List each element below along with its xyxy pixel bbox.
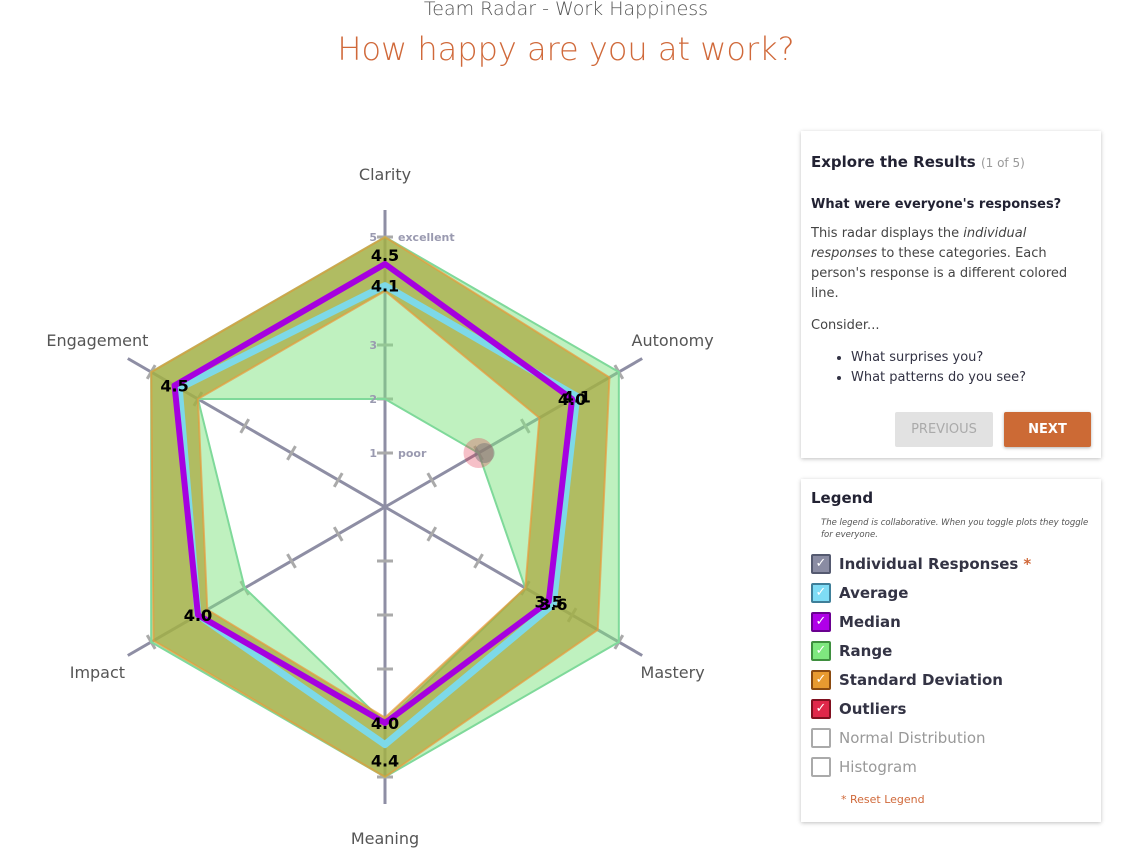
legend-label: Normal Distribution (839, 728, 986, 747)
category-label: Clarity (359, 165, 411, 184)
legend-label: Average (839, 583, 909, 602)
median-value-label: 4.5 (371, 246, 399, 265)
scale-tick-label: 3 (369, 339, 377, 352)
legend-label: Histogram (839, 757, 917, 776)
median-value-label: 4.0 (558, 390, 586, 409)
explore-question: What were everyone's responses? (811, 197, 1062, 212)
legend-label: Outliers (839, 699, 907, 718)
scale-tick-label: 1 (369, 447, 377, 460)
scale-tick-label: 5 (369, 231, 377, 244)
reset-legend-link[interactable]: * Reset Legend (841, 793, 1091, 806)
median-value-label: 4.5 (160, 377, 188, 396)
explore-panel: Explore the Results (1 of 5) What were e… (801, 131, 1101, 458)
checkbox[interactable]: ✓ (811, 698, 831, 719)
legend-item-histogram[interactable]: Histogram (811, 752, 1091, 781)
legend-item-range[interactable]: ✓ Range (811, 636, 1091, 665)
legend-item-standard-deviation[interactable]: ✓ Standard Deviation (811, 665, 1091, 694)
radar-chart: Clarity Autonomy Mastery Meaning Impact Engag… (46, 165, 714, 848)
previous-button[interactable]: PREVIOUS (895, 412, 993, 447)
list-item: What patterns do you see? (851, 368, 1091, 388)
category-label: Autonomy (632, 331, 714, 350)
checkbox[interactable]: ✓ (811, 669, 831, 690)
average-value-label: 4.4 (371, 752, 399, 771)
explore-title: Explore the Results (1 of 5) (811, 153, 1025, 171)
checkbox[interactable]: ✓ (811, 611, 831, 632)
legend-item-median[interactable]: ✓ Median (811, 607, 1091, 636)
category-label: Meaning (351, 829, 419, 848)
category-label: Impact (70, 663, 125, 682)
median-value-label: 4.0 (371, 714, 399, 733)
category-label: Engagement (46, 331, 148, 350)
star-marker: * (1023, 554, 1032, 573)
next-button[interactable]: NEXT (1004, 412, 1091, 447)
legend-label: Individual Responses (839, 554, 1019, 573)
legend-panel: Legend The legend is collaborative. When… (801, 479, 1101, 822)
median-value-label: 4.0 (184, 606, 212, 625)
legend-item-normal-distribution[interactable]: Normal Distribution (811, 723, 1091, 752)
checkbox[interactable] (811, 727, 831, 748)
outlier-marker (474, 443, 495, 463)
checkbox[interactable] (811, 756, 831, 777)
scale-label: poor (398, 447, 427, 460)
explore-description: This radar displays the individual respo… (811, 226, 1068, 301)
legend-item-average[interactable]: ✓ Average (811, 578, 1091, 607)
average-value-label: 4.1 (371, 277, 399, 296)
checkbox[interactable]: ✓ (811, 640, 831, 661)
legend-item-individual-responses[interactable]: ✓ Individual Responses * (811, 549, 1091, 578)
legend-label: Standard Deviation (839, 670, 1003, 689)
scale-tick-label: 2 (369, 393, 377, 406)
step-count: (1 of 5) (980, 156, 1025, 170)
median-value-label: 3.5 (535, 593, 563, 612)
legend-label: Median (839, 612, 901, 631)
consider-list: What surprises you? What patterns do you… (811, 348, 1091, 388)
legend-item-outliers[interactable]: ✓ Outliers (811, 694, 1091, 723)
legend-title: Legend (811, 489, 874, 507)
checkbox[interactable]: ✓ (811, 553, 831, 574)
consider-label: Consider... (811, 318, 880, 333)
legend-note: The legend is collaborative. When you to… (821, 518, 1089, 540)
legend-label: Range (839, 641, 893, 660)
list-item: What surprises you? (851, 348, 1091, 368)
category-label: Mastery (641, 663, 705, 682)
checkbox[interactable]: ✓ (811, 582, 831, 603)
scale-label: excellent (398, 231, 455, 244)
